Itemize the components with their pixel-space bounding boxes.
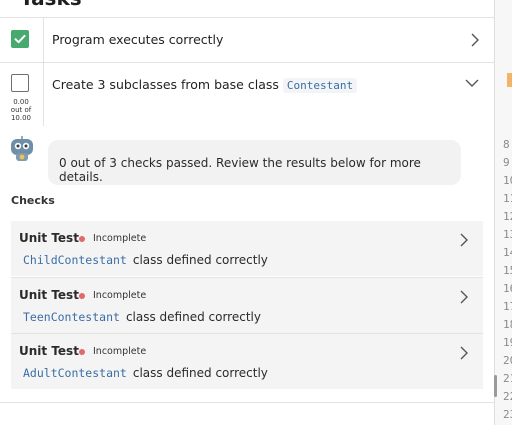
check-class-name: TeenContestant [23, 310, 120, 324]
code-base-class: Contestant [282, 78, 358, 93]
scrollbar-thumb[interactable] [494, 375, 497, 397]
check-item-teen-contestant[interactable]: Unit Test Incomplete TeenContestant class… [11, 278, 483, 333]
incomplete-dot-icon [79, 349, 85, 355]
task-label-text: Create 3 subclasses from base class [52, 77, 279, 92]
score-value: 0.00 [13, 98, 29, 106]
task-row-create-subclasses[interactable]: 0.00 out of 10.00 Create 3 subclasses fr… [0, 62, 494, 126]
panel-title: Tasks [20, 0, 82, 10]
editor-line-numbers: 8 9 10 11 12 13 14 15 16 17 18 19 20 21 … [501, 0, 512, 425]
chevron-right-icon[interactable] [459, 232, 469, 248]
line-number: 23 [503, 408, 512, 421]
line-number: 20 [503, 354, 512, 367]
line-number: 8 [503, 138, 510, 151]
check-status: Incomplete [93, 346, 147, 357]
chevron-right-icon[interactable] [470, 32, 480, 48]
task-row-program-executes[interactable]: Program executes correctly [0, 18, 494, 62]
check-description: AdultContestant class defined correctly [23, 366, 268, 380]
chevron-right-icon[interactable] [459, 345, 469, 361]
check-item-child-contestant[interactable]: Unit Test Incomplete ChildContestant clas… [11, 221, 483, 276]
chevron-right-icon[interactable] [459, 289, 469, 305]
tasks-panel: Tasks Program executes correctly 0.00 ou… [0, 0, 494, 425]
feedback-text: 0 out of 3 checks passed. Review the res… [59, 156, 421, 184]
line-number: 22 [503, 390, 512, 403]
line-number: 21 [503, 372, 512, 385]
score-total: 10.00 [10, 114, 32, 122]
line-number: 16 [503, 282, 512, 295]
check-type: Unit Test [19, 231, 79, 245]
check-class-name: AdultContestant [23, 366, 127, 380]
check-description-text: class defined correctly [132, 253, 268, 267]
line-number: 18 [503, 318, 512, 331]
task-score: 0.00 out of 10.00 [8, 98, 34, 122]
line-number: 13 [503, 228, 512, 241]
line-number: 17 [503, 300, 512, 313]
checks-heading: Checks [11, 194, 55, 207]
score-separator: out of [10, 106, 32, 114]
incomplete-dot-icon [79, 236, 85, 242]
robot-avatar-icon [11, 136, 33, 161]
chevron-down-icon[interactable] [464, 78, 480, 88]
task-label: Program executes correctly [52, 32, 224, 47]
checkbox-unchecked-icon [11, 74, 29, 92]
line-number: 10 [503, 174, 512, 187]
feedback-message: 0 out of 3 checks passed. Review the res… [48, 140, 461, 185]
checkbox-checked-icon [11, 30, 29, 48]
line-number: 12 [503, 210, 512, 223]
check-status: Incomplete [93, 290, 147, 301]
check-item-adult-contestant[interactable]: Unit Test Incomplete AdultContestant clas… [11, 334, 483, 389]
line-number: 11 [503, 192, 512, 205]
incomplete-dot-icon [79, 293, 85, 299]
check-description: ChildContestant class defined correctly [23, 253, 268, 267]
line-number: 14 [503, 246, 512, 259]
line-number: 15 [503, 264, 512, 277]
check-status: Incomplete [93, 233, 147, 244]
check-class-name: ChildContestant [23, 253, 127, 267]
check-description: TeenContestant class defined correctly [23, 310, 261, 324]
line-number: 9 [503, 156, 510, 169]
check-type: Unit Test [19, 344, 79, 358]
check-description-text: class defined correctly [132, 366, 268, 380]
check-type: Unit Test [19, 288, 79, 302]
divider [0, 402, 494, 403]
divider [43, 18, 44, 62]
check-description-text: class defined correctly [125, 310, 261, 324]
divider [43, 62, 44, 126]
task-label: Create 3 subclasses from base class Cont… [52, 77, 358, 93]
line-number: 19 [503, 336, 512, 349]
